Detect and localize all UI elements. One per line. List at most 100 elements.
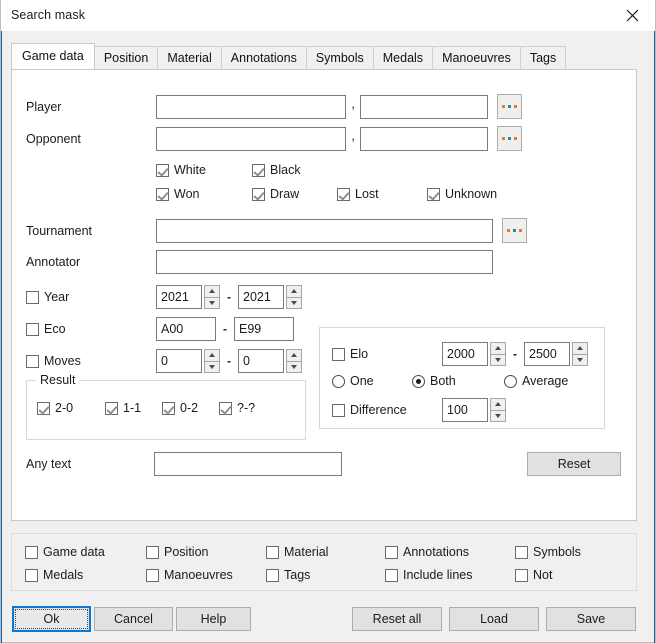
dot-icon: [508, 105, 511, 108]
spinner-down-icon[interactable]: [204, 296, 220, 309]
option-checkbox-manoeuvres[interactable]: Manoeuvres: [146, 568, 233, 582]
difference-input[interactable]: [442, 398, 488, 422]
spinner-buttons[interactable]: [286, 285, 302, 309]
option-checkbox-material[interactable]: Material: [266, 545, 328, 559]
moves-to-input[interactable]: [238, 349, 284, 373]
tab-game-data[interactable]: Game data: [11, 43, 95, 69]
checkbox-eco[interactable]: Eco: [26, 322, 156, 336]
any-text-input[interactable]: [154, 452, 343, 476]
checkbox-result-1-1[interactable]: 1-1: [105, 401, 162, 415]
option-checkbox-game-data[interactable]: Game data: [25, 545, 105, 559]
option-checkbox-include-lines[interactable]: Include lines: [385, 568, 473, 582]
player-browse-button[interactable]: [497, 94, 522, 119]
spinner-buttons[interactable]: [286, 349, 302, 373]
year-from-spinner[interactable]: [156, 285, 220, 309]
spinner-buttons[interactable]: [490, 342, 506, 366]
spinner-down-icon[interactable]: [572, 353, 588, 366]
spinner-down-icon[interactable]: [286, 296, 302, 309]
moves-to-spinner[interactable]: [238, 349, 302, 373]
dot-icon: [507, 229, 510, 232]
reset-button[interactable]: Reset: [527, 452, 621, 476]
elo-from-spinner[interactable]: [442, 342, 506, 366]
cancel-button[interactable]: Cancel: [94, 607, 173, 631]
annotator-input[interactable]: [156, 250, 493, 274]
spinner-up-icon[interactable]: [286, 285, 302, 297]
close-icon[interactable]: [609, 0, 655, 31]
checkbox-box: [37, 401, 50, 415]
checkbox-label: 2-0: [55, 401, 74, 415]
player-firstname-input[interactable]: [360, 94, 488, 119]
checkbox-unknown[interactable]: Unknown: [427, 187, 497, 201]
tab-symbols[interactable]: Symbols: [305, 46, 374, 69]
checkbox-elo[interactable]: Elo: [332, 347, 442, 361]
spinner-buttons[interactable]: [490, 398, 506, 422]
checkbox-result-2-0[interactable]: 2-0: [37, 401, 105, 415]
spinner-buttons[interactable]: [204, 349, 220, 373]
checkbox-draw[interactable]: Draw: [252, 187, 337, 201]
option-checkbox-annotations[interactable]: Annotations: [385, 545, 469, 559]
load-button[interactable]: Load: [449, 607, 539, 631]
spinner-down-icon[interactable]: [490, 409, 506, 422]
checkbox-result-0-2[interactable]: 0-2: [162, 401, 219, 415]
spinner-down-icon[interactable]: [490, 353, 506, 366]
spinner-up-icon[interactable]: [204, 285, 220, 297]
option-checkbox-tags[interactable]: Tags: [266, 568, 310, 582]
checkbox-difference[interactable]: Difference: [332, 403, 442, 417]
checkbox-white[interactable]: White: [156, 163, 252, 177]
moves-from-spinner[interactable]: [156, 349, 220, 373]
option-checkbox-not[interactable]: Not: [515, 568, 552, 582]
radio-elo-both[interactable]: Both: [412, 374, 504, 388]
checkbox-moves[interactable]: Moves: [26, 354, 156, 368]
eco-to-input[interactable]: [234, 317, 294, 341]
ok-button[interactable]: Ok: [12, 606, 91, 632]
save-button[interactable]: Save: [546, 607, 636, 631]
spinner-down-icon[interactable]: [286, 360, 302, 373]
spinner-up-icon[interactable]: [490, 398, 506, 410]
spinner-down-icon[interactable]: [204, 360, 220, 373]
elo-from-input[interactable]: [442, 342, 488, 366]
option-checkbox-medals[interactable]: Medals: [25, 568, 83, 582]
checkbox-box: [266, 568, 279, 582]
spinner-buttons[interactable]: [204, 285, 220, 309]
checkbox-black[interactable]: Black: [252, 163, 301, 177]
tab-medals[interactable]: Medals: [372, 46, 434, 69]
checkbox-label: Difference: [350, 403, 407, 417]
year-to-spinner[interactable]: [238, 285, 302, 309]
checkbox-year[interactable]: Year: [26, 290, 156, 304]
tournament-browse-button[interactable]: [502, 218, 527, 243]
checkbox-label: White: [174, 163, 206, 177]
spinner-up-icon[interactable]: [490, 342, 506, 354]
checkbox-box: [26, 290, 39, 304]
year-from-input[interactable]: [156, 285, 202, 309]
spinner-buttons[interactable]: [572, 342, 588, 366]
moves-row: Moves -: [26, 349, 302, 373]
moves-from-input[interactable]: [156, 349, 202, 373]
difference-spinner[interactable]: [442, 398, 506, 422]
tab-position[interactable]: Position: [93, 46, 159, 69]
reset-all-button[interactable]: Reset all: [352, 607, 442, 631]
player-lastname-input[interactable]: [156, 94, 346, 119]
spinner-up-icon[interactable]: [572, 342, 588, 354]
year-to-input[interactable]: [238, 285, 284, 309]
opponent-lastname-input[interactable]: [156, 126, 346, 151]
help-button[interactable]: Help: [176, 607, 251, 631]
tab-manoeuvres[interactable]: Manoeuvres: [432, 46, 521, 69]
eco-from-input[interactable]: [156, 317, 216, 341]
tournament-input[interactable]: [156, 218, 493, 243]
checkbox-won[interactable]: Won: [156, 187, 252, 201]
checkbox-lost[interactable]: Lost: [337, 187, 427, 201]
opponent-browse-button[interactable]: [497, 126, 522, 151]
checkbox-result-unknown[interactable]: ?-?: [219, 401, 255, 415]
elo-to-spinner[interactable]: [524, 342, 588, 366]
radio-elo-one[interactable]: One: [332, 374, 412, 388]
spinner-up-icon[interactable]: [204, 349, 220, 361]
spinner-up-icon[interactable]: [286, 349, 302, 361]
tab-annotations[interactable]: Annotations: [220, 46, 307, 69]
tab-material[interactable]: Material: [157, 46, 222, 69]
radio-elo-average[interactable]: Average: [504, 374, 568, 388]
opponent-firstname-input[interactable]: [360, 126, 488, 151]
tab-tags[interactable]: Tags: [519, 46, 567, 69]
elo-to-input[interactable]: [524, 342, 570, 366]
option-checkbox-symbols[interactable]: Symbols: [515, 545, 581, 559]
option-checkbox-position[interactable]: Position: [146, 545, 208, 559]
